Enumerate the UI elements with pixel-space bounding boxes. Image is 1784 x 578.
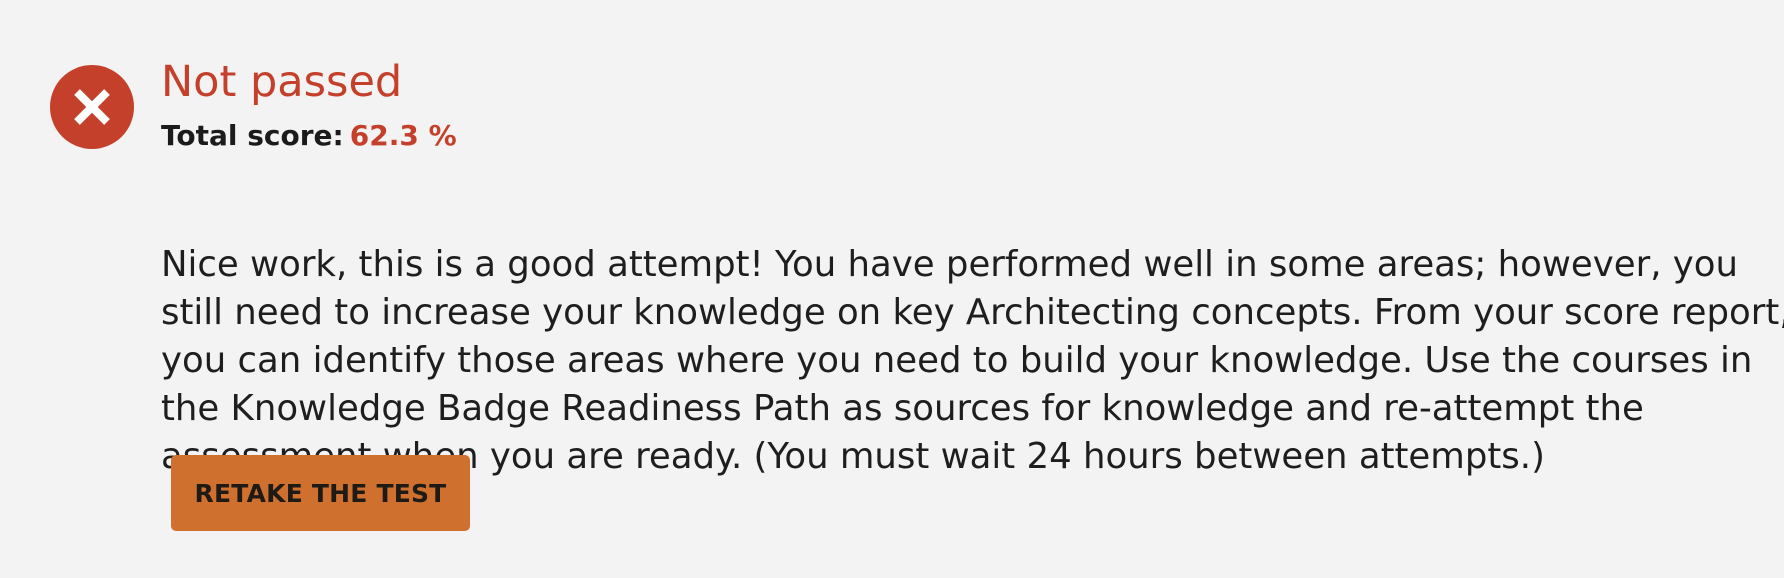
score-label: Total score: <box>161 119 344 152</box>
retake-test-button[interactable]: RETAKE THE TEST <box>171 455 470 531</box>
message-line: the Knowledge Badge Readiness Path as so… <box>161 387 1644 429</box>
message-line: Nice work, this is a good attempt! You h… <box>161 243 1739 285</box>
result-title: Not passed <box>161 57 403 107</box>
result-message: Nice work, this is a good attempt! You h… <box>161 241 1784 481</box>
message-line: you can identify those areas where you n… <box>161 339 1753 381</box>
total-score: Total score: 62.3 % <box>161 115 457 157</box>
message-line: still need to increase your knowledge on… <box>161 291 1784 333</box>
score-value: 62.3 % <box>349 119 457 152</box>
fail-x-circle-icon <box>50 65 134 149</box>
